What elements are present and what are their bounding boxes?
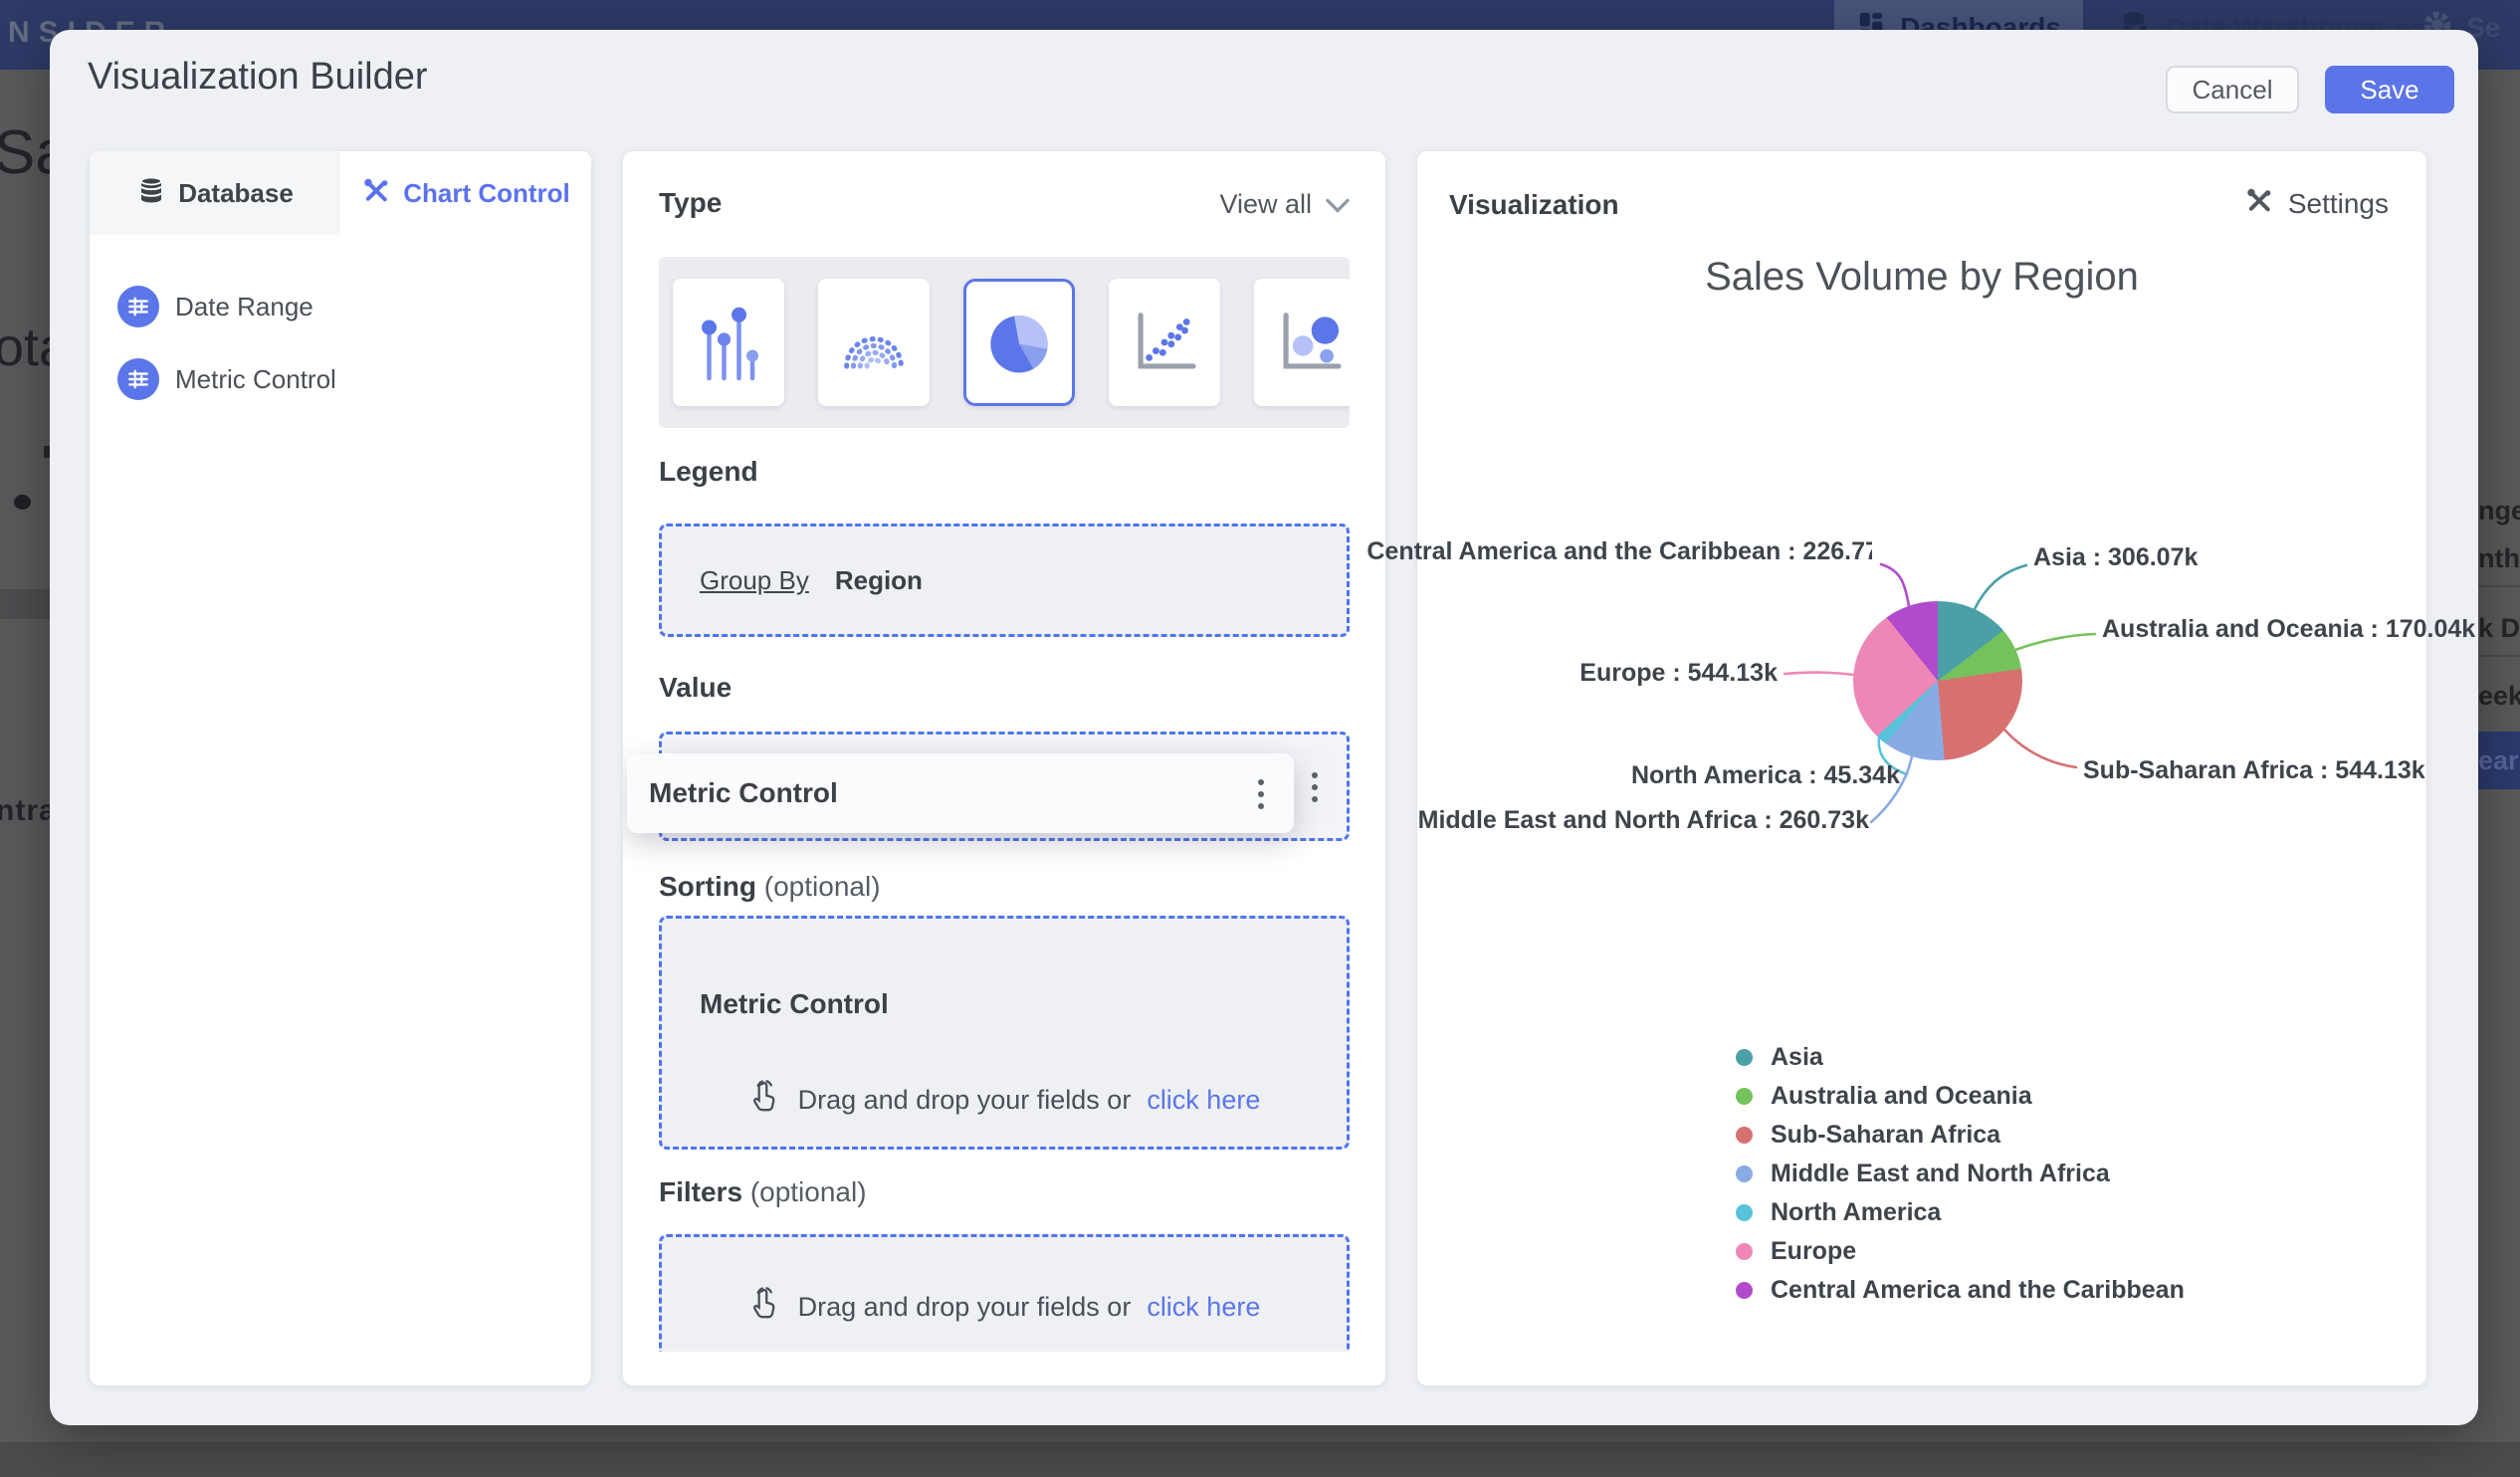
pie-label-sub-saharan-africa: Sub-Saharan Africa : 544.13k [2083, 756, 2425, 784]
bg-bullet-dot [14, 495, 31, 510]
value-section-label: Value [659, 672, 733, 703]
chart-type-strip [659, 257, 1350, 428]
sliders-icon [117, 358, 159, 400]
bg-dropdown-fragments: nge nth k D eek ear [2478, 418, 2520, 836]
sliders-icon [117, 286, 159, 327]
sorting-chip-label: Metric Control [700, 988, 889, 1019]
bg-dropdown-selected-row: ear [2478, 732, 2520, 789]
filters-dropzone[interactable]: Drag and drop your fields or click here [659, 1234, 1350, 1352]
chart-type-pie[interactable] [963, 279, 1075, 406]
click-here-link[interactable]: click here [1147, 1085, 1260, 1116]
legend-dot [1736, 1087, 1753, 1105]
cancel-button[interactable]: Cancel [2166, 66, 2299, 113]
bubble-chart-icon [1283, 313, 1342, 369]
legend-dot [1736, 1164, 1753, 1182]
sidebar-item-metric-control[interactable]: Metric Control [117, 357, 336, 401]
legend-item: Asia [1736, 1043, 2185, 1071]
modal-title: Visualization Builder [88, 56, 428, 98]
pie-label-asia: Asia : 306.07k [2033, 543, 2199, 571]
sidebar-item-date-range[interactable]: Date Range [117, 285, 314, 328]
builder-panel: Type View all Legend Group By Region Val… [623, 151, 1385, 1385]
sorting-dropzone[interactable]: Metric Control Drag and drop your fields… [659, 916, 1350, 1150]
save-button[interactable]: Save [2325, 66, 2454, 113]
group-by-value: Region [834, 564, 923, 595]
legend-item: Sub-Saharan Africa [1736, 1121, 2185, 1149]
legend-dot [1736, 1242, 1753, 1260]
legend-dot [1736, 1203, 1753, 1221]
pie-chart [1853, 601, 2022, 760]
sorting-section-label: Sorting (optional) [659, 871, 881, 902]
legend-item: Central America and the Caribbean [1736, 1276, 2185, 1304]
filters-clip-region: Drag and drop your fields or click here [659, 1234, 1350, 1352]
legend-dot [1736, 1126, 1753, 1144]
click-here-link[interactable]: click here [1147, 1292, 1260, 1323]
type-section-label: Type [659, 187, 723, 218]
bg-bottom-band [0, 1442, 2520, 1477]
legend-dropzone[interactable]: Group By Region [659, 524, 1350, 637]
legend-item: North America [1736, 1198, 2185, 1226]
chart-legend: Asia Australia and Oceania Sub-Saharan A… [1736, 1043, 2185, 1304]
legend-item: Middle East and North Africa [1736, 1160, 2185, 1187]
arc-chart-icon [844, 336, 904, 369]
chart-type-scatter[interactable] [1109, 279, 1220, 406]
database-icon [136, 175, 166, 212]
pie-label-australia-oceania: Australia and Oceania : 170.04k [2102, 615, 2476, 643]
pie-label-north-america: North America : 45.34k [1630, 761, 1900, 789]
filters-section-label: Filters (optional) [659, 1176, 867, 1207]
sidebar-panel: Database Chart Control Date Range Metric… [90, 151, 591, 1385]
visualization-builder-modal: Visualization Builder Cancel Save Databa… [50, 30, 2478, 1425]
hand-drag-icon [748, 1078, 782, 1123]
group-by-label[interactable]: Group By [700, 565, 809, 596]
legend-item: Australia and Oceania [1736, 1082, 2185, 1110]
legend-section-label: Legend [659, 456, 758, 487]
chart-type-arc[interactable] [818, 279, 930, 406]
kebab-menu-icon[interactable] [1312, 772, 1318, 802]
kebab-menu-icon[interactable] [1258, 779, 1264, 809]
chevron-down-icon [1326, 189, 1350, 220]
pie-label-middle-east-north-africa: Middle East and North Africa : 260.73k [1417, 806, 1869, 834]
bg-divider-band [0, 589, 50, 619]
pie-label-europe: Europe : 544.13k [1579, 659, 1778, 687]
view-all-dropdown[interactable]: View all [1219, 189, 1350, 220]
tools-icon [361, 175, 391, 212]
tab-chart-control[interactable]: Chart Control [340, 151, 591, 235]
pie-label-central-america: Central America and the Caribbean : 226.… [1366, 537, 1872, 565]
legend-dot [1736, 1281, 1753, 1299]
lollipop-chart-icon [702, 307, 758, 381]
metric-control-drag-card[interactable]: Metric Control [627, 753, 1294, 833]
chart-type-lollipop[interactable] [673, 279, 784, 406]
visualization-panel: Visualization Settings Sales Volume by R… [1366, 151, 2475, 1385]
tab-database[interactable]: Database [90, 151, 340, 235]
visualization-panel-title: Visualization [1449, 189, 1619, 220]
legend-dot [1736, 1048, 1753, 1066]
visualization-settings-button[interactable]: Settings [2244, 185, 2389, 222]
legend-item: Europe [1736, 1237, 2185, 1265]
chart-type-bubble[interactable] [1254, 279, 1350, 406]
pie-chart-icon [990, 316, 1048, 373]
chart-title: Sales Volume by Region [1705, 255, 2139, 299]
scatter-chart-icon [1138, 313, 1196, 369]
hand-drag-icon [748, 1285, 782, 1330]
tools-icon [2244, 185, 2274, 222]
